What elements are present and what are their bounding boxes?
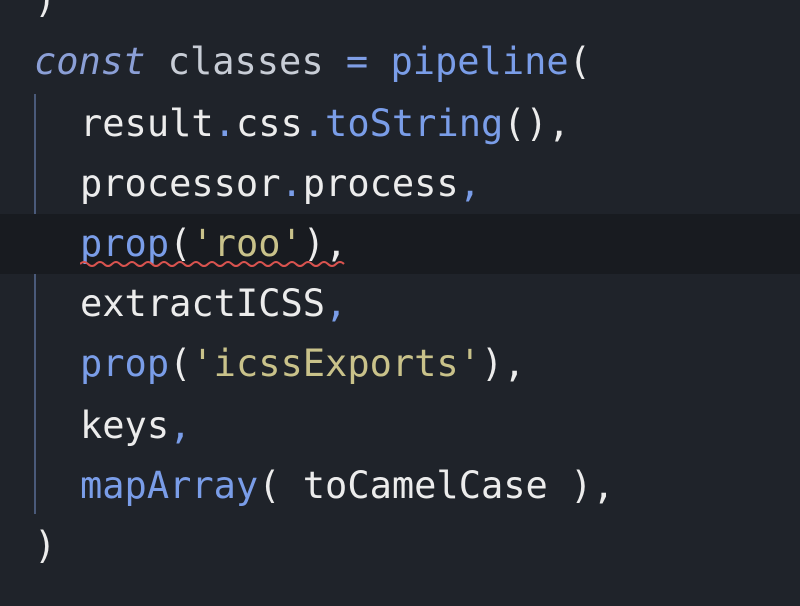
code-line-8[interactable]: mapArray( toCamelCase ), bbox=[0, 456, 800, 516]
call-tail: ), bbox=[302, 222, 348, 265]
string-roo: 'roo' bbox=[191, 222, 303, 265]
dot: . bbox=[213, 102, 236, 145]
identifier-keys: keys bbox=[80, 404, 170, 447]
variable-classes: classes bbox=[167, 40, 324, 83]
closing-paren: ) bbox=[34, 0, 56, 30]
identifier-processor: processor bbox=[80, 162, 281, 205]
error-squiggle[interactable] bbox=[80, 260, 346, 268]
line-8-content: mapArray( toCamelCase ), bbox=[80, 456, 615, 516]
dot: . bbox=[302, 102, 326, 145]
code-line-3[interactable]: processor.process, bbox=[0, 154, 800, 214]
assign-operator: = bbox=[345, 40, 369, 83]
code-line-1[interactable]: const classes = pipeline( bbox=[0, 32, 800, 92]
open-paren: ( bbox=[169, 222, 192, 265]
line-5-content: extractICSS, bbox=[80, 274, 347, 334]
line-6-content: prop('icssExports'), bbox=[80, 334, 526, 394]
function-prop: prop bbox=[80, 222, 170, 265]
property-process: process bbox=[302, 162, 459, 205]
keyword-const: const bbox=[34, 40, 146, 83]
code-line-5[interactable]: extractICSS, bbox=[0, 274, 800, 334]
line-7-content: keys, bbox=[80, 396, 191, 456]
call-tail: ), bbox=[480, 342, 526, 385]
line-1-content: const classes = pipeline( bbox=[34, 32, 591, 92]
method-tostring: toString bbox=[325, 102, 504, 145]
open-paren: ( bbox=[258, 464, 303, 507]
line-2-content: result.css.toString(), bbox=[80, 94, 570, 154]
function-prop: prop bbox=[80, 342, 170, 385]
code-line-7[interactable]: keys, bbox=[0, 396, 800, 456]
identifier-tocamelcase: toCamelCase bbox=[302, 464, 548, 507]
function-maparray: mapArray bbox=[80, 464, 259, 507]
code-line-9[interactable]: ) bbox=[0, 516, 800, 576]
code-line-4-current[interactable]: prop('roo'), bbox=[0, 214, 800, 274]
identifier-extracticss: extractICSS bbox=[80, 282, 326, 325]
line-3-content: processor.process, bbox=[80, 154, 481, 214]
code-line-6[interactable]: prop('icssExports'), bbox=[0, 334, 800, 394]
code-line-2[interactable]: result.css.toString(), bbox=[0, 94, 800, 154]
call-tail: (), bbox=[503, 102, 571, 145]
identifier-result: result bbox=[80, 102, 214, 145]
function-pipeline: pipeline bbox=[390, 40, 569, 83]
string-icssexports: 'icssExports' bbox=[191, 342, 481, 385]
call-tail: ), bbox=[547, 464, 615, 507]
comma: , bbox=[325, 282, 348, 325]
dot: . bbox=[280, 162, 303, 205]
open-paren: ( bbox=[568, 40, 591, 83]
code-line-0[interactable]: ) bbox=[0, 0, 800, 30]
code-editor[interactable]: ) const classes = pipeline( result.css.t… bbox=[0, 0, 800, 606]
comma: , bbox=[458, 162, 481, 205]
open-paren: ( bbox=[169, 342, 192, 385]
comma: , bbox=[169, 404, 192, 447]
closing-paren: ) bbox=[34, 524, 57, 567]
property-css: css bbox=[235, 102, 303, 145]
